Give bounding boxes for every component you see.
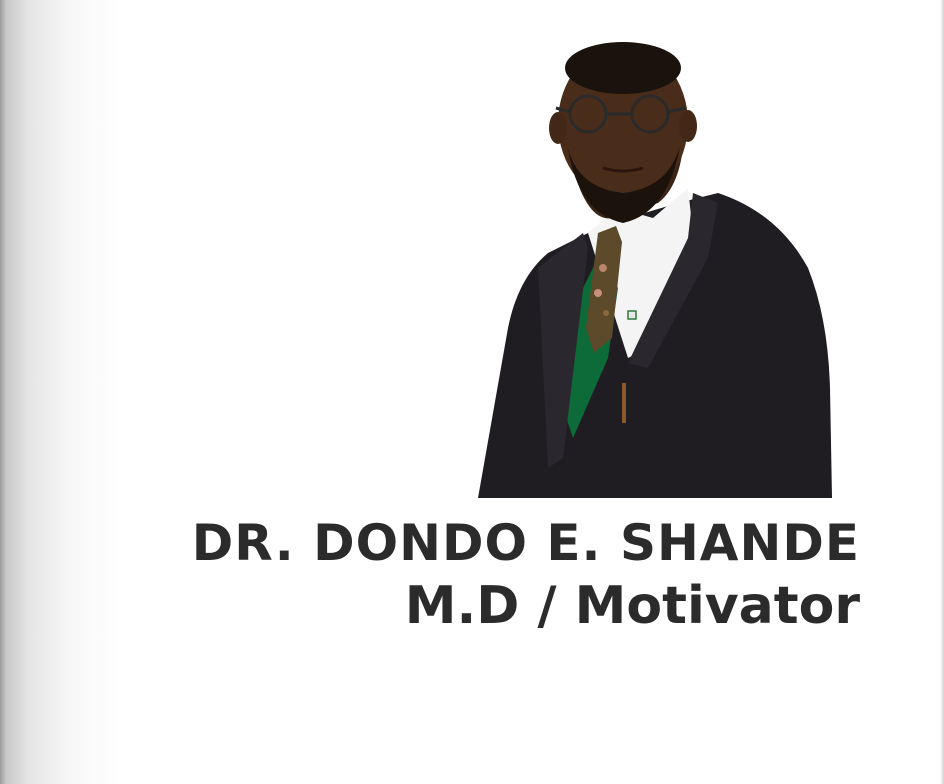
name-caption: DR. DONDO E. SHANDE M.D / Motivator: [120, 512, 860, 638]
person-name: DR. DONDO E. SHANDE: [191, 514, 860, 572]
document-page: DR. DONDO E. SHANDE M.D / Motivator: [0, 0, 944, 784]
portrait-photo: [478, 42, 832, 498]
person-title: M.D / Motivator: [404, 576, 860, 636]
page-edge: [940, 0, 944, 784]
pocket-pen: [622, 383, 626, 423]
lapel-pin: [627, 310, 637, 320]
